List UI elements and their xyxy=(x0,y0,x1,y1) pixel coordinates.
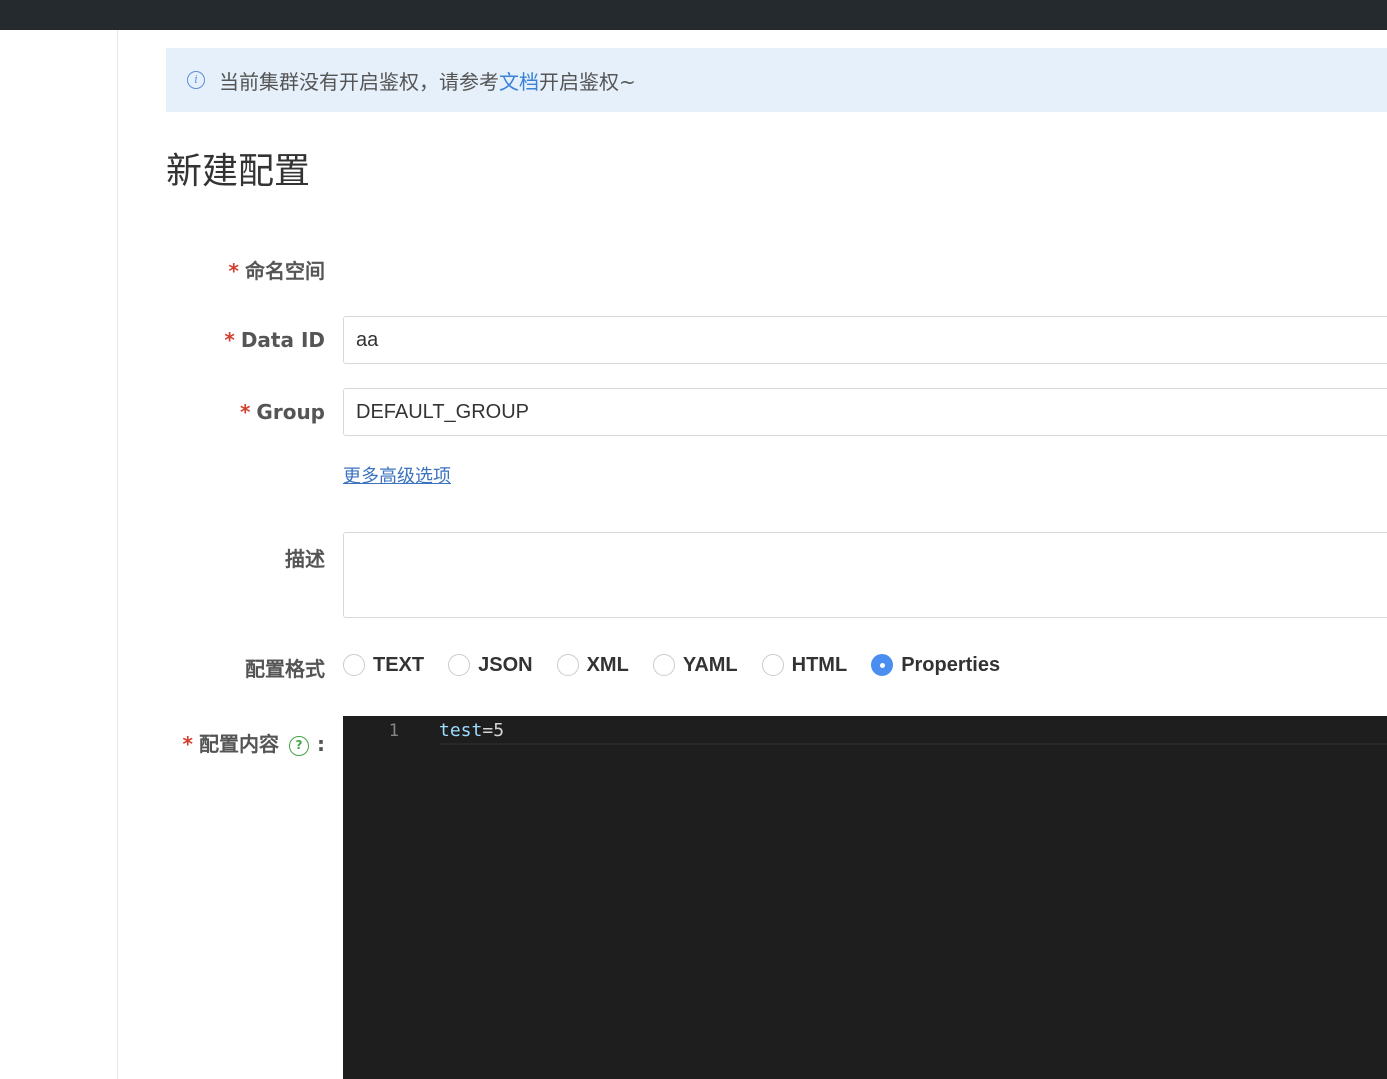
code-editor[interactable]: 1 test=5 xyxy=(343,716,1387,1079)
group-label: * Group xyxy=(240,400,325,424)
line-number: 1 xyxy=(388,721,399,741)
radio-circle-checked[interactable] xyxy=(871,654,894,676)
content-label: * 配置内容?: xyxy=(183,728,325,757)
page-title: 新建配置 xyxy=(166,151,311,192)
radio-circle[interactable] xyxy=(652,654,675,676)
radio-circle[interactable] xyxy=(343,654,365,676)
format-radio-group: TEXT JSON XML YAML HTML Properties xyxy=(343,652,1024,678)
format-radio-xml[interactable]: XML xyxy=(556,653,629,677)
group-label-text: Group xyxy=(256,400,325,424)
description-textarea[interactable] xyxy=(343,532,1387,618)
content-label-text: 配置内容 xyxy=(199,732,279,756)
required-mark: * xyxy=(224,328,235,352)
format-radio-label: YAML xyxy=(682,653,738,676)
top-nav-bar xyxy=(0,0,1387,30)
docs-link[interactable]: 文档 xyxy=(499,66,539,95)
content-label-colon: : xyxy=(317,732,325,756)
format-radio-label: TEXT xyxy=(373,653,425,676)
help-icon[interactable]: ? xyxy=(289,735,309,756)
required-mark: * xyxy=(239,400,251,424)
radio-circle[interactable] xyxy=(448,654,471,676)
format-radio-label: Properties xyxy=(901,653,1001,676)
code-operator: = xyxy=(482,720,494,741)
radio-circle[interactable] xyxy=(556,654,579,676)
sidebar xyxy=(0,30,118,1079)
radio-circle[interactable] xyxy=(761,654,784,676)
data-id-label-text: Data ID xyxy=(240,328,325,352)
data-id-input[interactable]: aa xyxy=(343,316,1387,364)
auth-notice-banner: i 当前集群没有开启鉴权，请参考 文档 开启鉴权~ xyxy=(166,48,1387,112)
namespace-label-text: 命名空间 xyxy=(245,259,325,283)
code-line[interactable]: test=5 xyxy=(439,719,1387,745)
code-key: test xyxy=(439,720,483,741)
group-input[interactable]: DEFAULT_GROUP xyxy=(343,388,1387,436)
required-mark: * xyxy=(228,259,239,283)
code-value: 5 xyxy=(493,720,505,741)
required-mark: * xyxy=(182,732,193,756)
format-radio-label: JSON xyxy=(478,653,533,676)
advanced-options-link[interactable]: 更多高级选项 xyxy=(343,462,451,488)
notice-text-after: 开启鉴权~ xyxy=(539,69,636,94)
format-label: 配置格式 xyxy=(245,657,325,681)
format-radio-yaml[interactable]: YAML xyxy=(652,653,738,677)
description-label: 描述 xyxy=(285,547,325,571)
notice-text-before: 当前集群没有开启鉴权，请参考 xyxy=(219,69,499,94)
format-radio-label: HTML xyxy=(791,653,848,676)
format-radio-properties[interactable]: Properties xyxy=(871,654,1000,677)
info-icon: i xyxy=(187,71,205,89)
format-radio-label: XML xyxy=(586,653,629,676)
format-radio-json[interactable]: JSON xyxy=(448,653,533,677)
namespace-label: * 命名空间 xyxy=(229,255,325,284)
editor-gutter: 1 xyxy=(343,716,439,1079)
format-radio-text[interactable]: TEXT xyxy=(343,654,424,677)
data-id-label: * Data ID xyxy=(224,328,325,352)
format-radio-html[interactable]: HTML xyxy=(761,653,848,677)
